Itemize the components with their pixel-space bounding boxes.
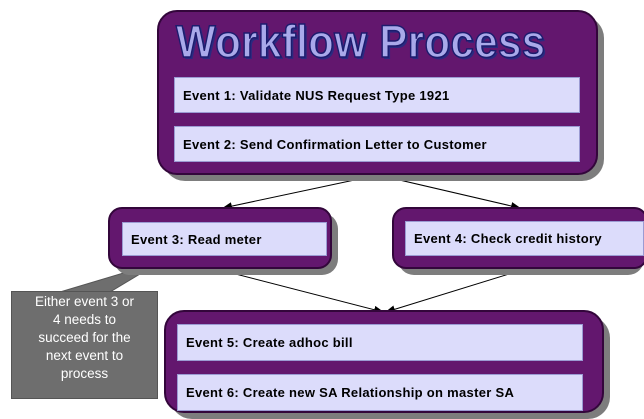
note-line: process xyxy=(60,366,109,381)
diagram-title: Workflow Process xyxy=(175,15,546,68)
event-1: Event 1: Validate NUS Request Type 1921 xyxy=(174,77,580,113)
note-line: next event to xyxy=(45,348,124,363)
note-line: Either event 3 or xyxy=(34,294,135,309)
event-6: Event 6: Create new SA Relationship on m… xyxy=(177,374,583,411)
arrow-event4-to-bottom xyxy=(385,269,523,314)
note-line: 4 needs to xyxy=(52,312,117,327)
event-4: Event 4: Check credit history xyxy=(405,221,644,256)
event-3: Event 3: Read meter xyxy=(122,222,327,256)
event-5: Event 5: Create adhoc bill xyxy=(177,324,583,361)
event-2: Event 2: Send Confirmation Letter to Cus… xyxy=(174,126,580,162)
note-line: succeed for the xyxy=(38,330,131,345)
note-callout: Either event 3 or 4 needs to succeed for… xyxy=(11,291,158,399)
arrow-event3-to-bottom xyxy=(223,270,384,314)
